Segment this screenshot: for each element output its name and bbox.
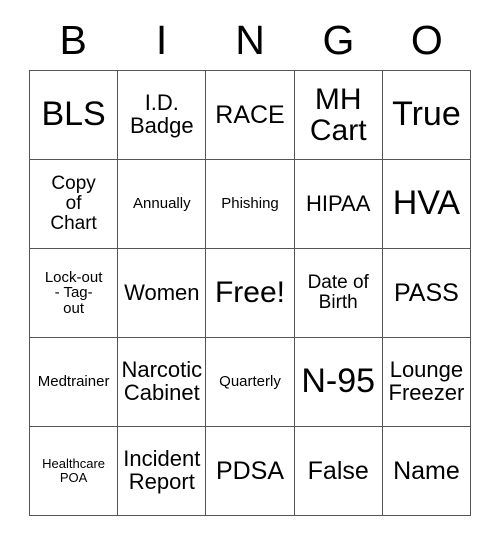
bingo-cell-label: Annually	[133, 195, 191, 213]
bingo-row: BLS I.D. Badge RACE MH Cart True	[30, 71, 472, 160]
bingo-cell[interactable]: Incident Report	[118, 427, 207, 516]
bingo-cell-label: BLS	[41, 95, 106, 134]
bingo-cell[interactable]: PDSA	[206, 427, 295, 516]
bingo-cell-label: Name	[393, 457, 460, 485]
bingo-cell[interactable]: Lock-out - Tag- out	[30, 249, 119, 338]
bingo-cell[interactable]: I.D. Badge	[118, 71, 207, 160]
bingo-row: Copy of Chart Annually Phishing HIPAA HV…	[30, 160, 472, 249]
bingo-header-letter-o: O	[410, 16, 443, 63]
bingo-cell-label: PASS	[393, 279, 459, 307]
bingo-cell[interactable]: N-95	[294, 338, 383, 427]
bingo-cell[interactable]: Copy of Chart	[30, 160, 119, 249]
bingo-cell[interactable]: True	[382, 71, 472, 160]
bingo-cell-label: HVA	[392, 184, 461, 223]
bingo-cell-label: Free!	[214, 276, 286, 310]
bingo-cell-label: Phishing	[221, 195, 279, 213]
bingo-cell[interactable]: HIPAA	[294, 160, 383, 249]
bingo-cell[interactable]: Quarterly	[206, 338, 295, 427]
bingo-cell-label: I.D. Badge	[129, 90, 194, 138]
bingo-cell-label: Copy of Chart	[50, 173, 97, 234]
bingo-row: Lock-out - Tag- out Women Free! Date of …	[30, 249, 472, 338]
bingo-header-letter-i: I	[155, 16, 168, 63]
bingo-cell-free-space[interactable]: Free!	[206, 249, 295, 338]
bingo-cell[interactable]: MH Cart	[294, 71, 383, 160]
bingo-cell-label: HIPAA	[306, 190, 371, 216]
bingo-cell[interactable]: BLS	[30, 71, 119, 160]
bingo-cell[interactable]: Narcotic Cabinet	[118, 338, 207, 427]
bingo-cell[interactable]: Healthcare POA	[30, 427, 119, 516]
bingo-cell-label: PDSA	[215, 457, 285, 485]
bingo-cell[interactable]: Women	[118, 249, 207, 338]
bingo-cell-label: Medtrainer	[37, 373, 110, 391]
bingo-cell[interactable]: Annually	[118, 160, 207, 249]
bingo-cell[interactable]: HVA	[382, 160, 472, 249]
bingo-header-row: B I N G O	[29, 14, 471, 66]
bingo-cell-label: Women	[124, 279, 200, 305]
bingo-header-letter-n: N	[235, 16, 265, 63]
bingo-cell-label: Quarterly	[219, 373, 281, 391]
bingo-cell-label: False	[307, 457, 369, 485]
bingo-cell-label: Lounge Freezer	[388, 357, 465, 405]
bingo-row: Medtrainer Narcotic Cabinet Quarterly N-…	[30, 338, 472, 427]
bingo-cell[interactable]: Date of Birth	[294, 249, 383, 338]
bingo-cell-label: Incident Report	[123, 446, 201, 494]
bingo-cell-label: Lock-out - Tag- out	[44, 268, 103, 317]
bingo-grid: BLS I.D. Badge RACE MH Cart True Copy of…	[29, 70, 472, 516]
bingo-cell-label: Healthcare POA	[42, 456, 106, 485]
bingo-cell[interactable]: Medtrainer	[30, 338, 119, 427]
bingo-cell-label: MH Cart	[309, 82, 367, 147]
bingo-cell-label: Narcotic Cabinet	[121, 357, 203, 405]
bingo-cell-label: Date of Birth	[307, 272, 369, 313]
bingo-cell-label: RACE	[215, 101, 285, 129]
bingo-cell-label: True	[392, 95, 461, 134]
bingo-row: Healthcare POA Incident Report PDSA Fals…	[30, 427, 472, 516]
bingo-cell[interactable]: Lounge Freezer	[382, 338, 472, 427]
bingo-cell[interactable]: PASS	[382, 249, 472, 338]
bingo-cell[interactable]: Phishing	[206, 160, 295, 249]
bingo-card: B I N G O BLS I.D. Badge RACE MH Cart Tr…	[0, 0, 500, 544]
bingo-cell[interactable]: RACE	[206, 71, 295, 160]
bingo-header-letter-b: B	[59, 16, 87, 63]
bingo-cell[interactable]: Name	[382, 427, 472, 516]
bingo-cell-label: N-95	[301, 362, 376, 401]
bingo-header-letter-g: G	[322, 16, 355, 63]
bingo-cell[interactable]: False	[294, 427, 383, 516]
